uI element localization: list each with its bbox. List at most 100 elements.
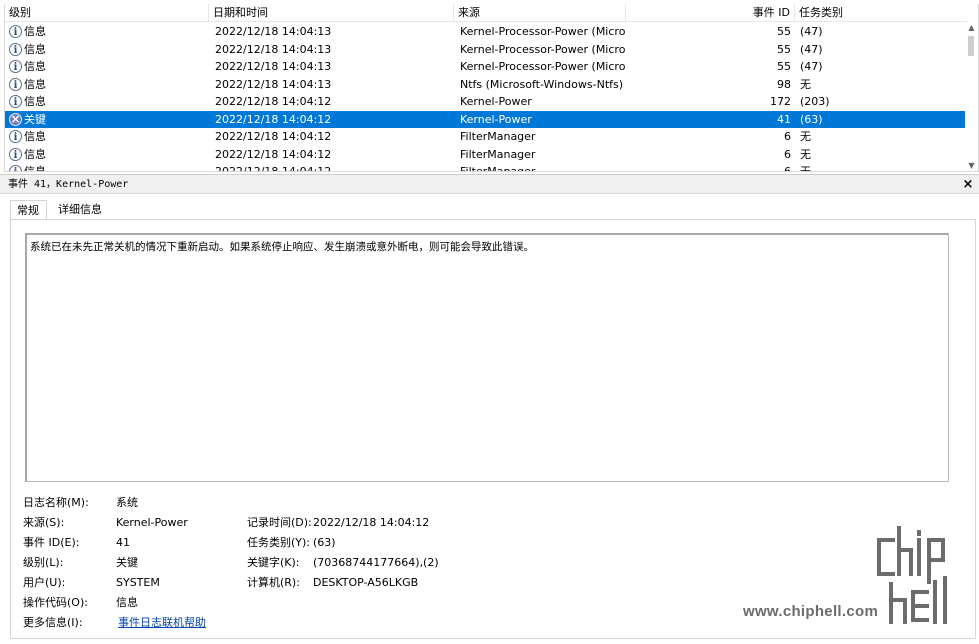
- event-id-label: 事件 ID(E):: [23, 536, 80, 549]
- row-source: Kernel-Power: [460, 112, 532, 126]
- row-event-id: 172: [770, 95, 791, 108]
- scroll-up-icon[interactable]: ▲: [965, 22, 978, 34]
- watermark: www.chiphell.com: [743, 522, 973, 632]
- list-header: 级别 日期和时间 来源 事件 ID 任务类别: [5, 4, 967, 22]
- row-event-id: 6: [784, 147, 791, 161]
- event-row[interactable]: 信息2022/12/18 14:04:12FilterManager6无: [5, 163, 967, 172]
- event-row[interactable]: 信息 2022/12/18 14:04:13 Ntfs (Microsoft-Win…: [5, 76, 967, 94]
- row-level: 信息: [9, 58, 209, 75]
- task-label: 任务类别(Y):: [247, 536, 311, 549]
- event-row[interactable]: 信息 2022/12/18 14:04:12 FilterManager 6无: [5, 146, 967, 164]
- row-level: 信息: [9, 41, 209, 58]
- list-scrollbar[interactable]: ▲ ▼: [965, 22, 978, 171]
- row-level: 信息: [9, 93, 209, 110]
- column-header-source[interactable]: 来源: [454, 4, 626, 22]
- more-info-label: 更多信息(I):: [23, 616, 83, 629]
- row-date: 2022/12/18 14:04:12: [215, 95, 332, 108]
- column-header-event-id[interactable]: 事件 ID: [626, 4, 795, 22]
- scroll-thumb[interactable]: [968, 36, 974, 56]
- keywords-label: 关键字(K):: [247, 556, 300, 569]
- row-level: 信息: [9, 23, 209, 40]
- row-date: 2022/12/18 14:04:12: [215, 130, 332, 143]
- event-list[interactable]: 级别 日期和时间 来源 事件 ID 任务类别 信息 2022/12/18 14:0…: [4, 4, 979, 172]
- row-date: 2022/12/18 14:04:13: [215, 77, 332, 91]
- row-level: 关键: [9, 111, 209, 128]
- row-level-text: 信息: [24, 147, 46, 161]
- source-label: 来源(S):: [23, 516, 65, 529]
- watermark-site: www.chiphell.com: [743, 603, 879, 620]
- row-level-text: 信息: [24, 42, 46, 56]
- row-level: 信息: [9, 163, 209, 172]
- row-task: 无: [800, 165, 811, 172]
- row-level-text: 信息: [24, 130, 46, 143]
- row-task: 无: [800, 147, 811, 161]
- tab-general[interactable]: 常规: [10, 200, 47, 220]
- info-icon: [9, 94, 22, 110]
- row-task: (203): [800, 95, 830, 108]
- row-event-id: 55: [777, 25, 791, 38]
- row-date: 2022/12/18 14:04:12: [215, 165, 332, 172]
- event-row[interactable]: 信息 2022/12/18 14:04:12 FilterManager 6无: [5, 128, 967, 146]
- event-row[interactable]: 信息 2022/12/18 14:04:13 Kernel-Processor-Po…: [5, 58, 967, 76]
- row-source: FilterManager: [460, 130, 536, 143]
- row-level: 信息: [9, 128, 209, 145]
- user-value: SYSTEM: [116, 576, 160, 589]
- info-icon: [9, 42, 22, 58]
- row-source: Kernel-Power: [460, 95, 532, 108]
- logged-value: 2022/12/18 14:04:12: [313, 516, 430, 529]
- source-value: Kernel-Power: [116, 516, 188, 529]
- event-row[interactable]: 关键 2022/12/18 14:04:12 Kernel-Power 41 (63): [5, 110, 967, 128]
- log-name-label: 日志名称(M):: [23, 496, 89, 509]
- row-event-id: 98: [777, 77, 791, 91]
- more-info-link[interactable]: 事件日志联机帮助: [118, 614, 206, 632]
- row-source: FilterManager: [460, 147, 536, 161]
- row-level: 信息: [9, 146, 209, 163]
- computer-value: DESKTOP-A56LKGB: [313, 576, 419, 589]
- row-date: 2022/12/18 14:04:13: [215, 42, 332, 56]
- tab-details[interactable]: 详细信息: [52, 200, 108, 220]
- info-icon: [9, 24, 22, 40]
- event-row[interactable]: 信息 2022/12/18 14:04:12 Kernel-Power 172 (203…: [5, 93, 967, 111]
- info-icon: [9, 59, 22, 75]
- critical-icon: [9, 111, 22, 128]
- row-task: (47): [800, 60, 823, 73]
- row-level: 信息: [9, 76, 209, 93]
- column-header-date[interactable]: 日期和时间: [209, 4, 454, 22]
- row-task: (63): [800, 112, 823, 126]
- event-row[interactable]: 信息 2022/12/18 14:04:13 Kernel-Processor-Po…: [5, 41, 967, 59]
- row-event-id: 55: [777, 42, 791, 56]
- row-event-id: 55: [777, 60, 791, 73]
- level-label: 级别(L):: [23, 556, 64, 569]
- column-header-level[interactable]: 级别: [5, 4, 209, 22]
- row-date: 2022/12/18 14:04:12: [215, 147, 332, 161]
- column-header-task[interactable]: 任务类别: [795, 4, 967, 22]
- row-event-id: 6: [784, 130, 791, 143]
- row-event-id: 41: [777, 112, 791, 126]
- row-task: (47): [800, 42, 823, 56]
- event-row[interactable]: 信息 2022/12/18 14:04:13 Kernel-Processor-Po…: [5, 23, 967, 41]
- row-level-text: 信息: [24, 60, 46, 73]
- row-source: Kernel-Processor-Power (Microso...: [460, 25, 625, 38]
- row-task: 无: [800, 130, 811, 143]
- info-icon: [9, 129, 22, 145]
- info-icon: [9, 164, 22, 171]
- row-level-text: 关键: [24, 112, 46, 126]
- scroll-down-icon[interactable]: ▼: [965, 160, 978, 171]
- log-name-value: 系统: [116, 496, 138, 509]
- opcode-value: 信息: [116, 596, 138, 609]
- user-label: 用户(U):: [23, 576, 66, 589]
- info-icon: [9, 77, 22, 93]
- event-id-value: 41: [116, 536, 130, 549]
- row-level-text: 信息: [24, 95, 46, 108]
- close-icon[interactable]: ×: [962, 175, 974, 195]
- row-source: Kernel-Processor-Power (Microso...: [460, 42, 625, 56]
- event-description[interactable]: 系统已在未先正常关机的情况下重新启动。如果系统停止响应、发生崩溃或意外断电，则可…: [25, 233, 949, 482]
- row-level-text: 信息: [24, 165, 46, 172]
- opcode-label: 操作代码(O):: [23, 596, 88, 609]
- level-value: 关键: [116, 556, 138, 569]
- logged-label: 记录时间(D):: [247, 516, 312, 529]
- task-value: (63): [313, 536, 336, 549]
- row-level-text: 信息: [24, 77, 46, 91]
- row-source: FilterManager: [460, 165, 536, 172]
- detail-title: 事件 41，Kernel-Power: [8, 179, 129, 190]
